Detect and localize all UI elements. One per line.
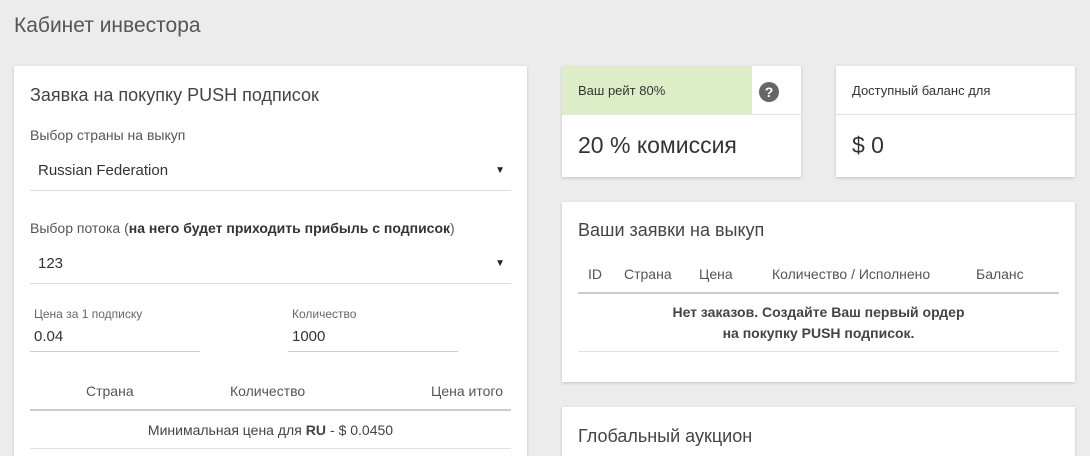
- country-select-label: Выбор страны на выкуп: [30, 127, 186, 143]
- price-field-label: Цена за 1 подписку: [34, 307, 143, 321]
- my-orders-title: Ваши заявки на выкуп: [578, 220, 765, 240]
- rate-title: Ваш рейт 80%: [562, 66, 752, 114]
- price-input[interactable]: [30, 322, 200, 352]
- column-header-quantity-filled: Количество / Исполнено: [772, 266, 931, 282]
- my-orders-card: Ваши заявки на выкуп ID Страна Цена Коли…: [562, 202, 1075, 382]
- min-price-country: RU: [305, 421, 327, 438]
- stream-select-label: Выбор потока (на него будет приходить пр…: [30, 220, 455, 236]
- rate-card: Ваш рейт 80% ? 20 % комиссия: [562, 66, 801, 177]
- min-price-row: Минимальная цена для RU - $ 0.0450: [30, 411, 511, 449]
- column-header-price: Цена: [699, 266, 733, 282]
- balance-value: $ 0: [852, 132, 884, 158]
- commission-value: 20 % комиссия: [578, 132, 737, 158]
- order-form-title: Заявка на покупку PUSH подписок: [30, 85, 319, 105]
- question-circle-icon[interactable]: ?: [759, 82, 779, 102]
- column-header-balance: Баланс: [976, 266, 1024, 282]
- stream-select-value: 123: [38, 255, 64, 272]
- divider: [562, 114, 801, 115]
- empty-orders-message: Нет заказов. Создайте Ваш первый ордер н…: [578, 294, 1059, 352]
- global-auction-card: Глобальный аукцион: [562, 407, 1075, 456]
- order-summary-table-header: Страна Количество Цена итого: [30, 373, 511, 411]
- divider: [836, 114, 1075, 115]
- balance-card: Доступный баланс для $ 0: [836, 66, 1075, 177]
- country-select[interactable]: Russian Federation ▼: [30, 151, 511, 191]
- column-header-country: Страна: [624, 266, 672, 282]
- country-select-value: Russian Federation: [38, 162, 169, 179]
- quantity-field-label: Количество: [292, 307, 357, 321]
- chevron-down-icon: ▼: [495, 258, 505, 269]
- my-orders-table-header: ID Страна Цена Количество / Исполнено Ба…: [578, 258, 1059, 294]
- column-header-country: Страна: [86, 383, 134, 399]
- balance-title: Доступный баланс для: [852, 82, 991, 98]
- chevron-down-icon: ▼: [495, 165, 505, 176]
- quantity-input[interactable]: [288, 322, 458, 352]
- column-header-quantity: Количество: [230, 383, 306, 399]
- global-auction-title: Глобальный аукцион: [578, 426, 753, 446]
- column-header-id: ID: [588, 266, 602, 282]
- order-form-card: Заявка на покупку PUSH подписок Выбор ст…: [14, 66, 527, 456]
- stream-select[interactable]: 123 ▼: [30, 244, 511, 284]
- page-title: Кабинет инвестора: [14, 14, 201, 37]
- column-header-total-price: Цена итого: [431, 383, 503, 399]
